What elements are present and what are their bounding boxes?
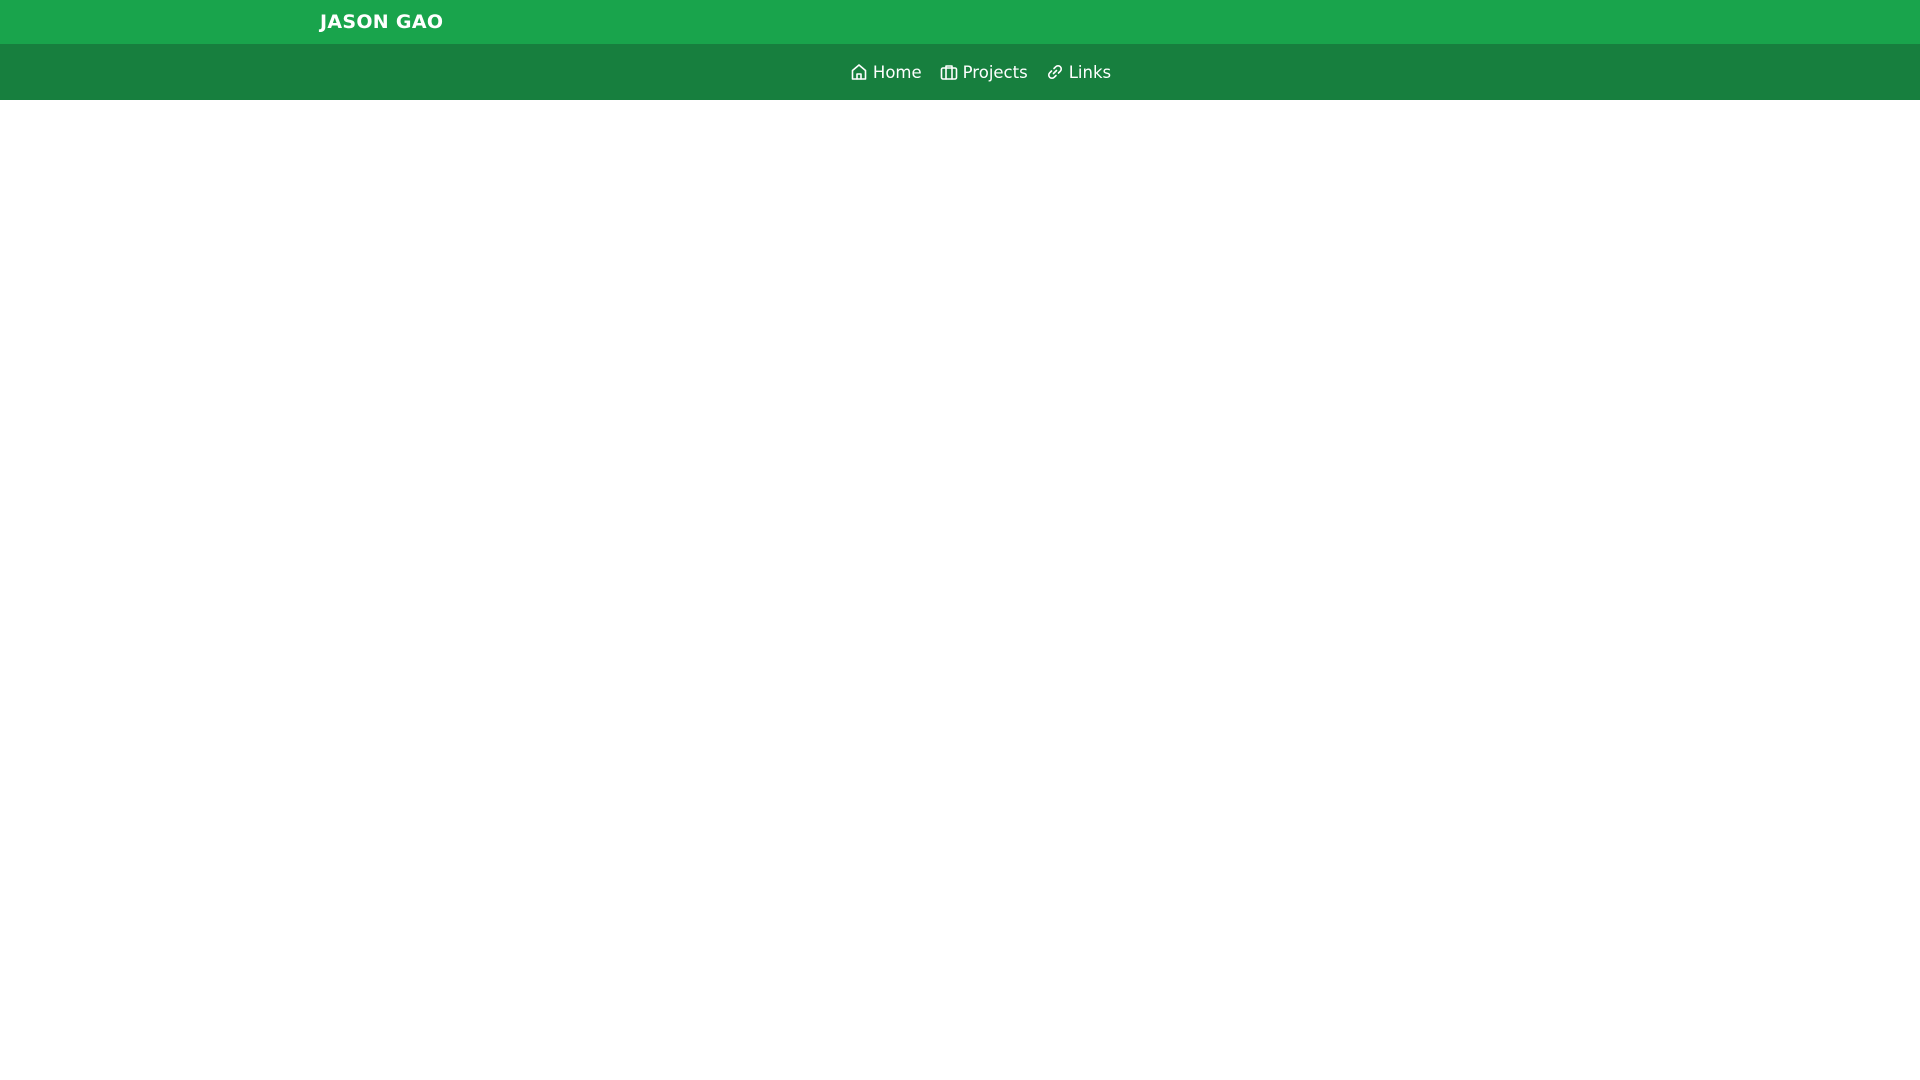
main-content [0,100,1920,1080]
nav-item-label: Home [872,62,922,82]
nav-item-label: Links [1068,62,1112,82]
nav-item-links[interactable]: Links [1045,62,1111,82]
nav-item-projects[interactable]: Projects [939,62,1028,82]
nav-item-label: Projects [962,62,1028,82]
briefcase-icon [939,62,959,82]
site-brand-link[interactable]: JASON GAO [320,0,443,44]
nav-item-home[interactable]: Home [849,62,922,82]
nav-list: Home Projects Links [849,62,1111,82]
home-icon [849,62,869,82]
main-nav: Home Projects Links [0,44,1920,100]
top-header: JASON GAO [0,0,1920,44]
link-icon [1045,62,1065,82]
